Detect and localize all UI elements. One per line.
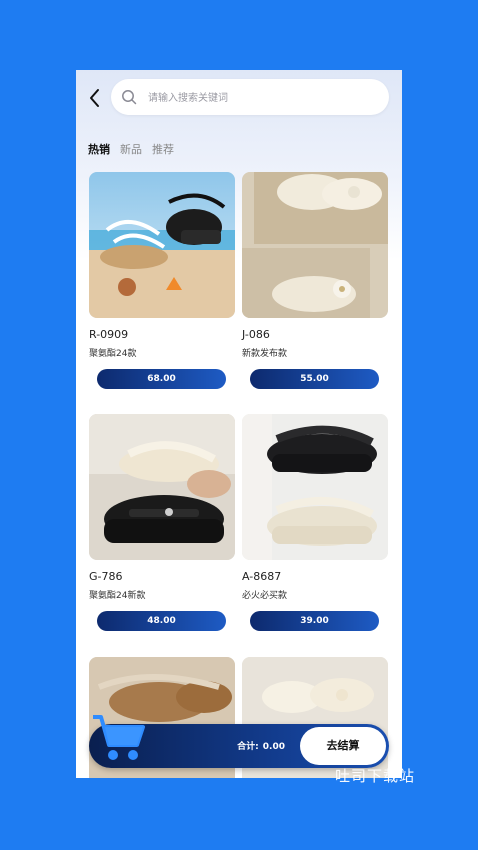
tab-hot[interactable]: 热销 [88, 141, 110, 159]
product-code: A-8687 [242, 570, 282, 583]
product-name: 聚氨酯24新款 [89, 591, 146, 601]
product-code: J-086 [242, 328, 270, 341]
tab-recommended[interactable]: 推荐 [152, 141, 174, 159]
cart-total: 合计: 0.00 [233, 739, 285, 752]
cart-total-value: 0.00 [262, 742, 285, 752]
product-name: 新款发布款 [242, 349, 288, 359]
product-image[interactable] [89, 414, 235, 560]
product-code: R-0909 [89, 328, 129, 341]
product-image[interactable] [242, 172, 388, 318]
search-bar[interactable] [111, 79, 389, 115]
category-tabs: 热销 新品 推荐 [88, 141, 174, 159]
product-card[interactable]: A-8687 必火必买款 39.00 [242, 414, 388, 631]
product-name: 聚氨酯24款 [89, 349, 137, 359]
tab-new[interactable]: 新品 [120, 141, 142, 159]
search-input[interactable] [146, 87, 370, 109]
product-card[interactable]: J-086 新款发布款 55.00 [242, 172, 388, 389]
product-image[interactable] [89, 172, 235, 318]
search-icon [122, 90, 137, 105]
price-button[interactable]: 68.00 [97, 369, 226, 389]
price-button[interactable]: 55.00 [250, 369, 379, 389]
product-code: G-786 [89, 570, 123, 583]
checkout-button[interactable]: 去结算 [300, 727, 386, 765]
watermark-text: 吐司下载站 [335, 767, 416, 785]
app-screen: 热销 新品 推荐 [76, 70, 402, 778]
price-button[interactable]: 39.00 [250, 611, 379, 631]
product-name: 必火必买款 [242, 591, 288, 601]
cart-total-label: 合计: [237, 742, 259, 752]
product-image[interactable] [242, 414, 388, 560]
cart-icon[interactable] [91, 711, 145, 765]
price-button[interactable]: 48.00 [97, 611, 226, 631]
product-card[interactable]: G-786 聚氨酯24新款 48.00 [89, 414, 235, 631]
back-arrow-icon[interactable] [88, 88, 102, 108]
product-card[interactable]: R-0909 聚氨酯24款 68.00 [89, 172, 235, 389]
